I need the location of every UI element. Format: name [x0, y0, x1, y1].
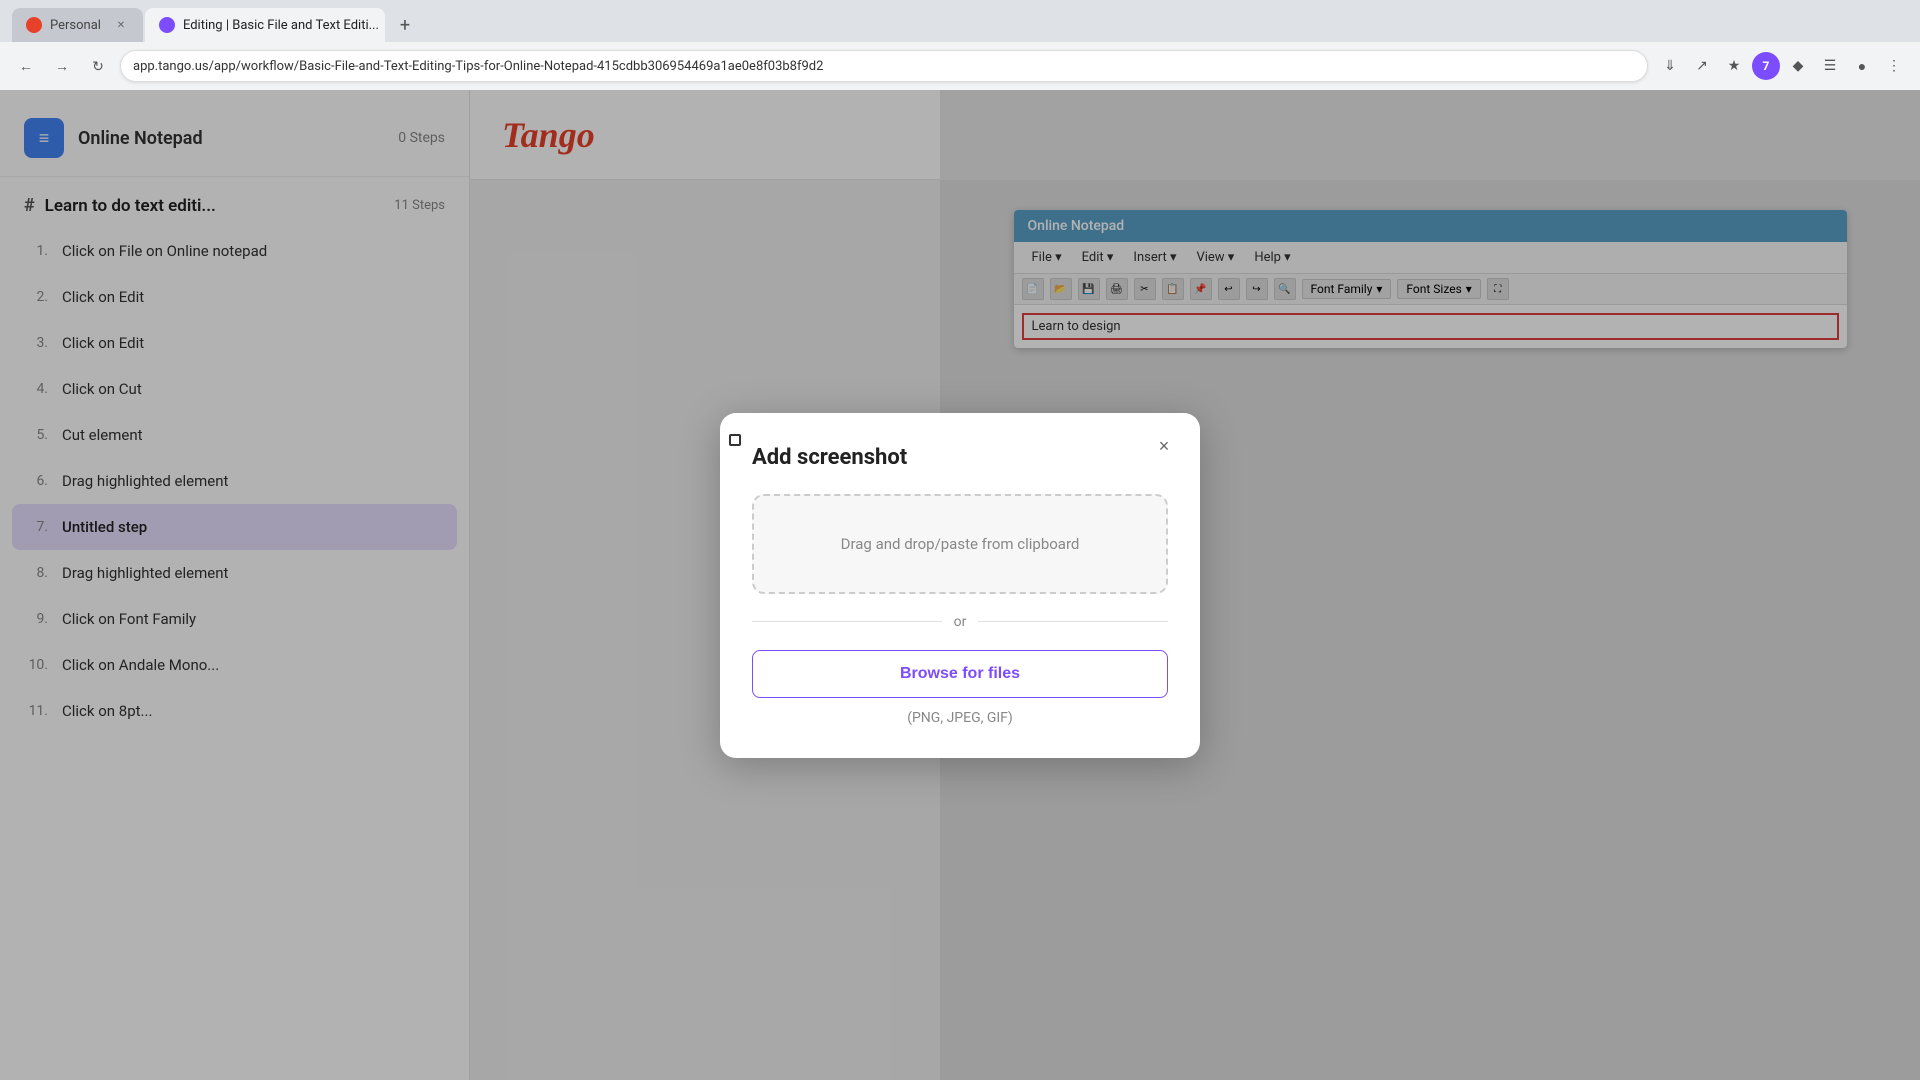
sidebar-icon[interactable]: ☰ [1816, 52, 1844, 80]
divider-line-right [978, 621, 1168, 622]
tab-personal[interactable]: Personal ✕ [12, 8, 143, 42]
extensions-icon[interactable]: ◆ [1784, 52, 1812, 80]
divider-row: or [752, 614, 1168, 630]
modal-title: Add screenshot [752, 445, 1168, 470]
new-tab-button[interactable]: + [391, 11, 419, 39]
address-bar[interactable]: app.tango.us/app/workflow/Basic-File-and… [120, 50, 1648, 82]
modal-overlay[interactable]: Add screenshot × Drag and drop/paste fro… [0, 90, 1920, 1080]
tab-tango[interactable]: Editing | Basic File and Text Editi... ✕ [145, 8, 385, 42]
address-text: app.tango.us/app/workflow/Basic-File-and… [133, 59, 823, 74]
tango-tab-icon [159, 17, 175, 33]
drop-zone-text: Drag and drop/paste from clipboard [841, 535, 1080, 553]
address-bar-row: ← → ↻ app.tango.us/app/workflow/Basic-Fi… [0, 42, 1920, 90]
bookmark-icon[interactable]: ★ [1720, 52, 1748, 80]
profile-avatar-icon[interactable]: ● [1848, 52, 1876, 80]
divider-or-text: or [954, 614, 967, 630]
forward-button[interactable]: → [48, 52, 76, 80]
reload-button[interactable]: ↻ [84, 52, 112, 80]
browser-chrome: Personal ✕ Editing | Basic File and Text… [0, 0, 1920, 90]
browse-for-files-button[interactable]: Browse for files [752, 650, 1168, 698]
personal-tab-close[interactable]: ✕ [113, 17, 129, 33]
browser-toolbar-icons: ⇓ ↗ ★ 7 ◆ ☰ ● ⋮ [1656, 52, 1908, 80]
app-body: ≡ Online Notepad 0 Steps # Learn to do t… [0, 90, 1920, 1080]
tango-tab-label: Editing | Basic File and Text Editi... [183, 18, 379, 33]
personal-tab-label: Personal [50, 18, 101, 33]
file-formats-text: (PNG, JPEG, GIF) [752, 710, 1168, 726]
back-button[interactable]: ← [12, 52, 40, 80]
personal-tab-icon [26, 17, 42, 33]
menu-icon[interactable]: ⋮ [1880, 52, 1908, 80]
divider-line-left [752, 621, 942, 622]
add-screenshot-modal: Add screenshot × Drag and drop/paste fro… [720, 413, 1200, 758]
drop-zone[interactable]: Drag and drop/paste from clipboard [752, 494, 1168, 594]
share-icon[interactable]: ↗ [1688, 52, 1716, 80]
profile-icon[interactable]: 7 [1752, 52, 1780, 80]
modal-close-button[interactable]: × [1148, 431, 1180, 463]
download-icon[interactable]: ⇓ [1656, 52, 1684, 80]
tab-bar: Personal ✕ Editing | Basic File and Text… [0, 0, 1920, 42]
